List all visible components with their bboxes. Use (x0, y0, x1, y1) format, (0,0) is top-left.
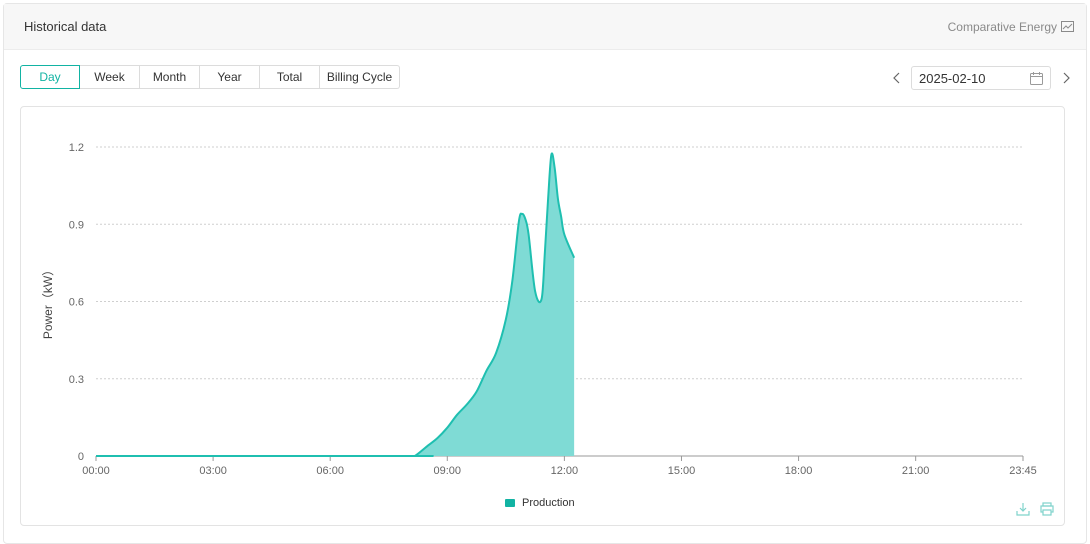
comparative-energy-label: Comparative Energy (947, 19, 1057, 34)
print-icon[interactable] (1040, 502, 1054, 516)
chevron-right-icon[interactable] (1060, 67, 1072, 89)
y-axis-label: Power（kW） (41, 264, 55, 339)
panel-header: Historical data Comparative Energy (4, 4, 1086, 50)
x-tick-label: 03:00 (199, 465, 227, 477)
tab-year[interactable]: Year (200, 65, 260, 89)
series-area-production (96, 153, 575, 456)
chart-card: 0 0.3 0.6 0.9 1.2 00:00 03:00 06:00 09:00 12:00 15… (20, 106, 1065, 526)
chevron-left-icon[interactable] (890, 67, 902, 89)
y-tick-label: 0 (78, 451, 84, 463)
x-tick-label: 18:00 (785, 465, 813, 477)
period-tabs: Day Week Month Year Total Billing Cycle (20, 65, 400, 89)
tab-day[interactable]: Day (20, 65, 80, 89)
legend-label-production: Production (522, 497, 575, 509)
tab-week[interactable]: Week (80, 65, 140, 89)
tab-billing-cycle[interactable]: Billing Cycle (320, 65, 400, 89)
x-tick-label: 09:00 (434, 465, 462, 477)
tab-month[interactable]: Month (140, 65, 200, 89)
x-tick-label: 00:00 (82, 465, 110, 477)
y-tick-label: 0.9 (69, 219, 84, 231)
x-tick-label: 12:00 (551, 465, 579, 477)
y-tick-label: 0.3 (69, 374, 84, 386)
calendar-icon (1030, 71, 1043, 85)
chart-icon (1061, 21, 1074, 32)
download-icon[interactable] (1016, 502, 1030, 516)
x-tick-label: 23:45 (1009, 465, 1037, 477)
chart-tools (1016, 502, 1054, 516)
panel-title: Historical data (24, 19, 107, 34)
date-navigator: 2025-02-10 (890, 66, 1072, 90)
chart-legend[interactable]: Production (505, 497, 575, 509)
y-tick-label: 0.6 (69, 297, 84, 309)
date-picker-input[interactable]: 2025-02-10 (911, 66, 1051, 90)
x-tick-label: 06:00 (316, 465, 344, 477)
x-tick-label: 15:00 (668, 465, 696, 477)
x-tick-label: 21:00 (902, 465, 930, 477)
comparative-energy-link[interactable]: Comparative Energy (948, 20, 1074, 34)
date-value: 2025-02-10 (919, 70, 986, 86)
production-chart: 0 0.3 0.6 0.9 1.2 00:00 03:00 06:00 09:00 12:00 15… (41, 142, 1037, 477)
y-tick-label: 1.2 (69, 142, 84, 154)
tab-total[interactable]: Total (260, 65, 320, 89)
legend-swatch-production (505, 499, 515, 507)
